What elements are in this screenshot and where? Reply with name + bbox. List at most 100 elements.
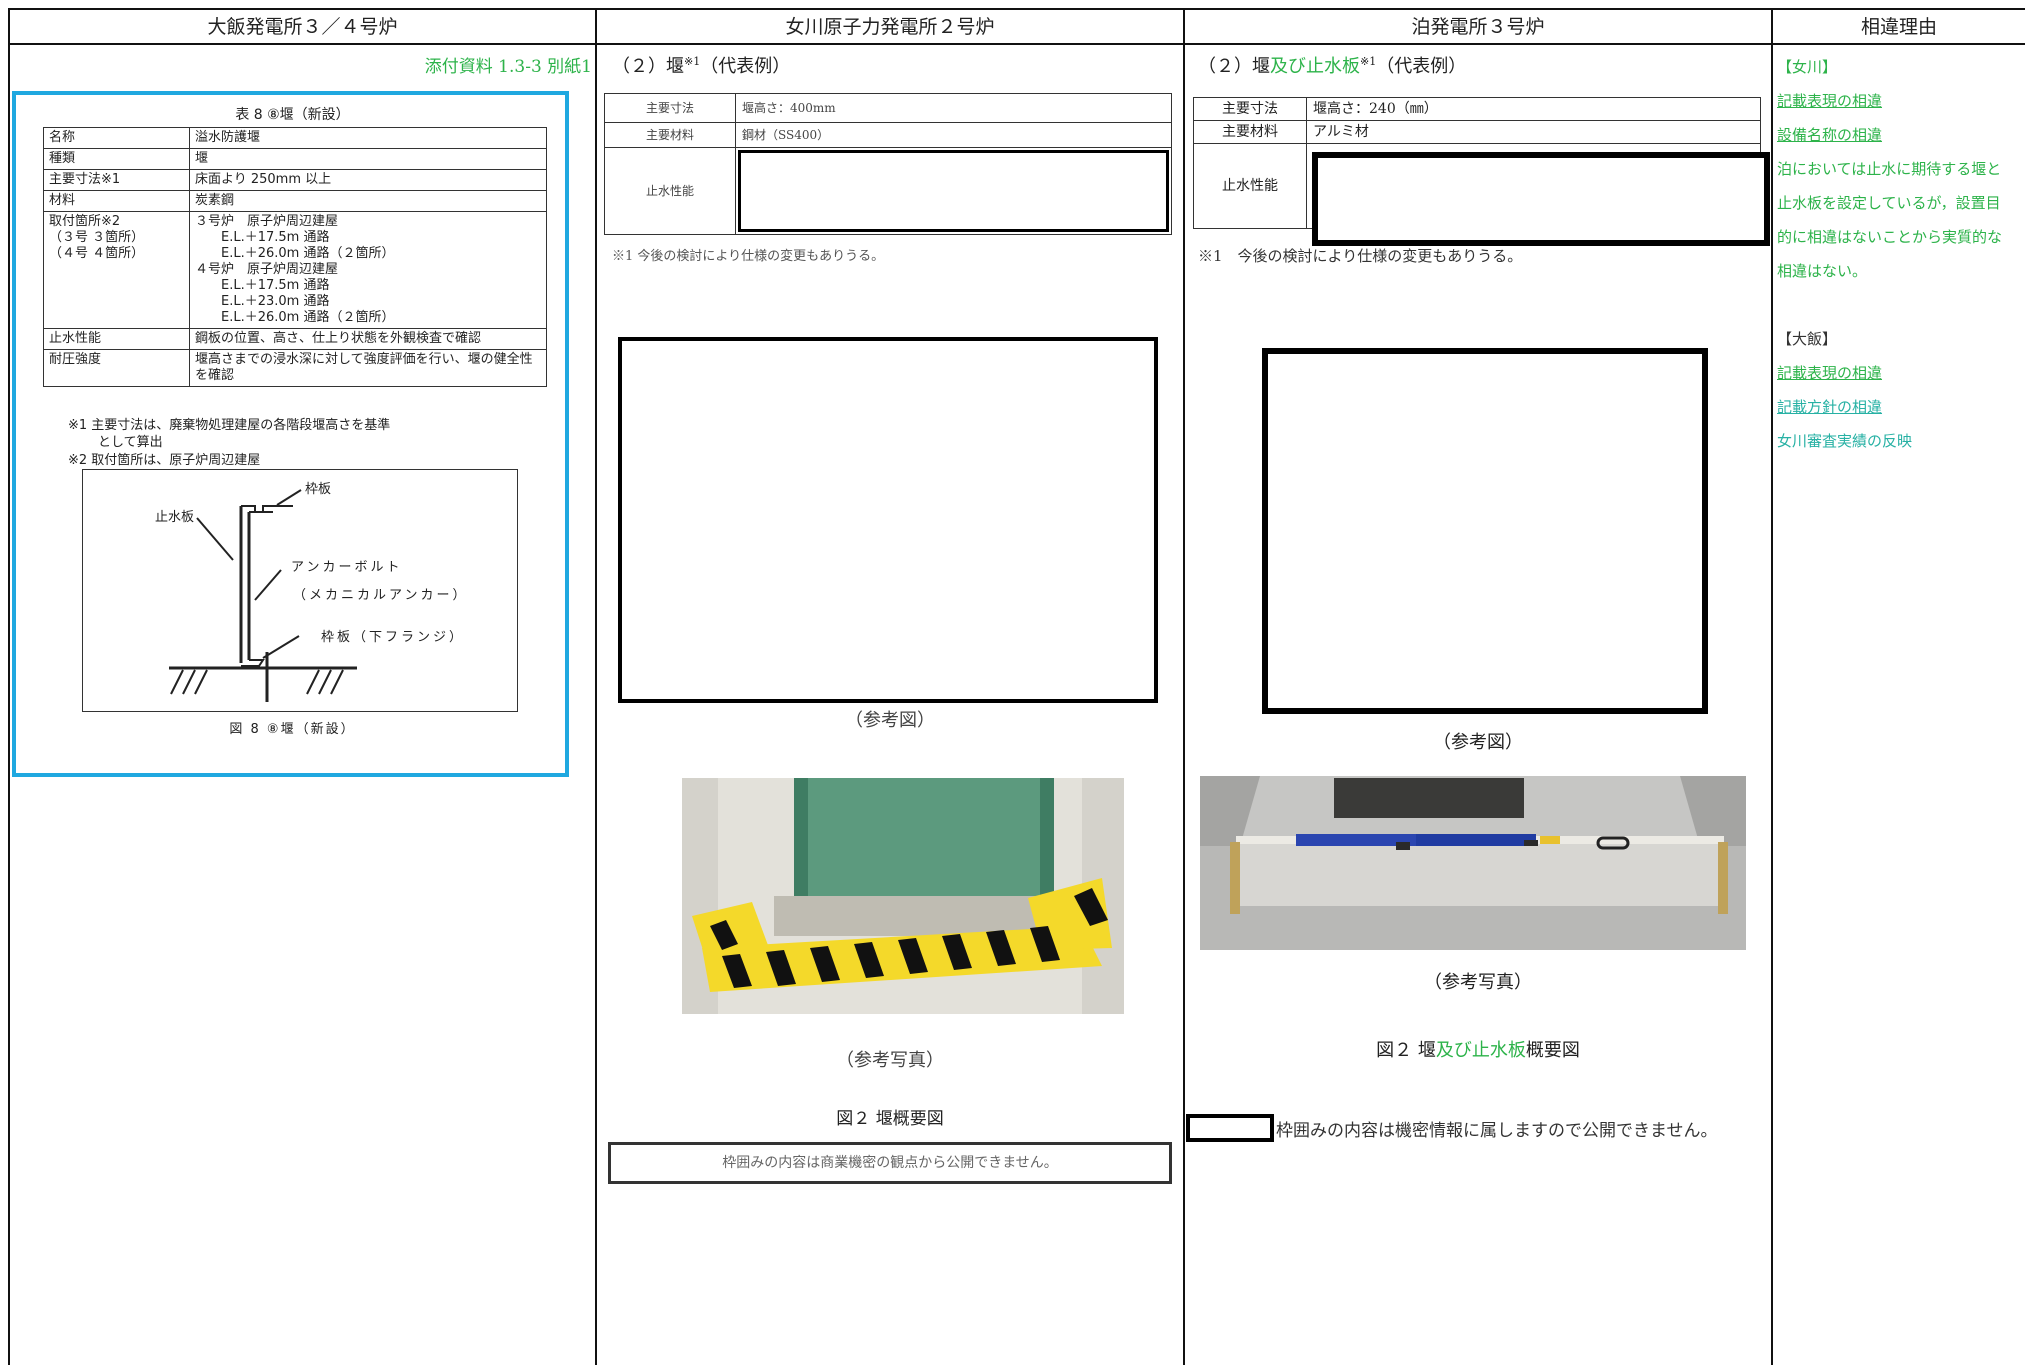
onagawa-item: 設備名称の相違 [1777,126,1883,144]
row-value: アルミ材 [1306,120,1761,144]
onagawa-item: 記載表現の相違 [1777,92,1883,110]
ref-photo-tomari: （参考写真） [1424,972,1532,993]
row-value: 堰高さ：240（㎜） [1306,97,1761,121]
weir-diagram: 枠板 止水板 アンカーボルト （メカニカルアンカー） 枠板（下フランジ） [82,469,518,712]
confidential-marker [1186,1114,1274,1142]
table-row: 取付箇所※2 （３号 ３箇所） （４号 ４箇所） ３号炉 原子炉周辺建屋 E.L.… [43,211,547,329]
row-label: 種類 [43,148,190,170]
table-row: 名称 溢水防護堰 [43,127,547,149]
onagawa-text: 泊においては止水に期待する堰と [1777,160,2002,178]
row-value: ３号炉 原子炉周辺建屋 E.L.＋17.5m 通路 E.L.＋26.0m 通路（… [189,211,547,329]
row-value: 炭素鋼 [189,190,547,212]
section-title-text: （２）堰 [612,56,684,77]
label-anchor: アンカーボルト [291,560,403,575]
onagawa-text: 相違はない。 [1777,262,1868,280]
row-label: 主要寸法 [604,93,736,123]
row-label: 名称 [43,127,190,149]
row-label: 主要材料 [604,122,736,148]
redacted-figure-onagawa [618,337,1158,703]
row-value: 堰 [189,148,547,170]
table-row: 止水性能 [604,147,1172,235]
row-value [735,147,1172,235]
table-row: 耐圧強度 堰高さまでの浸水深に対して強度評価を行い、堰の健全性を確認 [43,349,547,387]
caption-a: 図２ 堰 [1376,1040,1436,1061]
note-tomari: ※1 今後の検討により仕様の変更もありうる。 [1198,247,1523,265]
col-divider-0 [8,8,10,1365]
table-row: 主要寸法※1 床面より 250mm 以上 [43,169,547,191]
ref-fig-onagawa: （参考図） [845,710,935,731]
figure-caption-tomari: 図２ 堰及び止水板概要図 [1185,1036,1771,1062]
figure-caption-onagawa: 図２ 堰概要図 [836,1109,944,1129]
row-value: 堰高さまでの浸水深に対して強度評価を行い、堰の健全性を確認 [189,349,547,387]
redacted-box [738,150,1169,232]
onagawa-text: 的に相違はないことから実質的な [1777,228,2003,246]
section-title-tomari: （２）堰及び止水板※1（代表例） [1198,52,1466,78]
section-title-a: （２）堰 [1198,56,1270,77]
note-2: ※2 取付箇所は、原子炉周辺建屋 [68,453,261,468]
row-value: 床面より 250mm 以上 [189,169,547,191]
onagawa-tag: 【女川】 [1777,58,1838,76]
header-reason: 相違理由 [1860,16,1937,38]
ref-fig-tomari: （参考図） [1433,732,1523,753]
label-flange: 枠板（下フランジ） [321,630,466,645]
row-label: 主要材料 [1193,120,1307,144]
photo-weir-tomari [1200,776,1746,950]
ohi-item: 記載方針の相違 [1777,398,1883,416]
header-ohi: 大飯発電所３／４号炉 [207,16,398,38]
caption-b: 及び止水板 [1435,1040,1526,1061]
confidential-note-onagawa: 枠囲みの内容は商業機密の観点から公開できません。 [608,1142,1172,1184]
table-row: 主要寸法 堰高さ：240（㎜） [1193,97,1761,121]
redacted-figure-tomari [1262,348,1708,714]
row-value: 堰高さ：400mm [735,93,1172,123]
row-value: 溢水防護堰 [189,127,547,149]
table-row: 主要材料 アルミ材 [1193,120,1761,144]
reason-column: 【女川】 記載表現の相違 設備名称の相違 泊においては止水に期待する堰と 止水板… [1777,50,2023,458]
table-row: 主要材料 鋼材（SS400） [604,122,1172,148]
section-title-onagawa: （２）堰※1（代表例） [612,52,790,78]
header-onagawa: 女川原子力発電所２号炉 [785,16,995,38]
attachment-ref: 添付資料 1.3-3 別紙1 [424,57,592,77]
ohi-text: 女川審査実績の反映 [1777,432,1913,450]
col-divider-3 [1771,8,1773,1365]
confidential-text: 枠囲みの内容は商業機密の観点から公開できません。 [722,1155,1058,1171]
col-divider-2 [1183,8,1185,1365]
weir-photo-drawing [682,778,1124,1014]
section-suffix: （代表例） [700,56,791,77]
label-waku: 枠板 [305,482,332,497]
row-label: 主要寸法 [1193,97,1307,121]
caption-c: 概要図 [1525,1040,1580,1061]
row-label: 耐圧強度 [43,349,190,387]
onagawa-text: 止水板を設定しているが，設置目 [1777,194,2001,212]
table-caption: 表 8 ⑧堰（新設） [235,107,350,123]
section-sup: ※1 [684,55,701,68]
confidential-note-tomari: 枠囲みの内容は機密情報に属しますので公開できません。 [1276,1121,1718,1141]
row-label: 止水性能 [43,328,190,350]
table-row: 種類堰 [43,148,547,170]
col-divider-1 [595,8,597,1365]
row-label: 取付箇所※2 （３号 ３箇所） （４号 ４箇所） [43,211,190,329]
photo-weir-onagawa [682,778,1124,1014]
table-row: 材料 炭素鋼 [43,190,547,212]
ohi-item: 記載表現の相違 [1777,364,1883,382]
weir-photo-tomari-drawing [1200,776,1746,950]
row-label: 止水性能 [604,147,736,235]
row-label: 材料 [43,190,190,212]
section-title-b: 及び止水板 [1270,56,1360,77]
row-value: 鋼板の位置、高さ、仕上り状態を外観検査で確認 [189,328,547,350]
table-row: 止水性能 鋼板の位置、高さ、仕上り状態を外観検査で確認 [43,328,547,350]
note-onagawa: ※1 今後の検討により仕様の変更もありうる。 [612,249,885,264]
section-suffix: （代表例） [1376,56,1467,77]
label-anchor2: （メカニカルアンカー） [293,588,469,603]
row-label: 主要寸法※1 [43,169,190,191]
table-row: 主要寸法 堰高さ：400mm [604,93,1172,123]
ohi-tag: 【大飯】 [1777,330,1838,348]
spec-table-onagawa: 主要寸法 堰高さ：400mm 主要材料 鋼材（SS400） 止水性能 [604,93,1172,235]
row-value: 鋼材（SS400） [735,122,1172,148]
row-label: 止水性能 [1193,143,1307,229]
figure-caption-ohi: 図 8 ⑧堰（新設） [229,722,356,737]
note-1b: として算出 [98,435,163,450]
label-shisui: 止水板 [155,510,195,525]
spec-table-ohi: 名称 溢水防護堰 種類堰 主要寸法※1 床面より 250mm 以上 材料 炭素鋼 取付… [43,127,547,387]
section-sup: ※1 [1360,55,1377,68]
ref-photo-onagawa: （参考写真） [836,1050,944,1071]
